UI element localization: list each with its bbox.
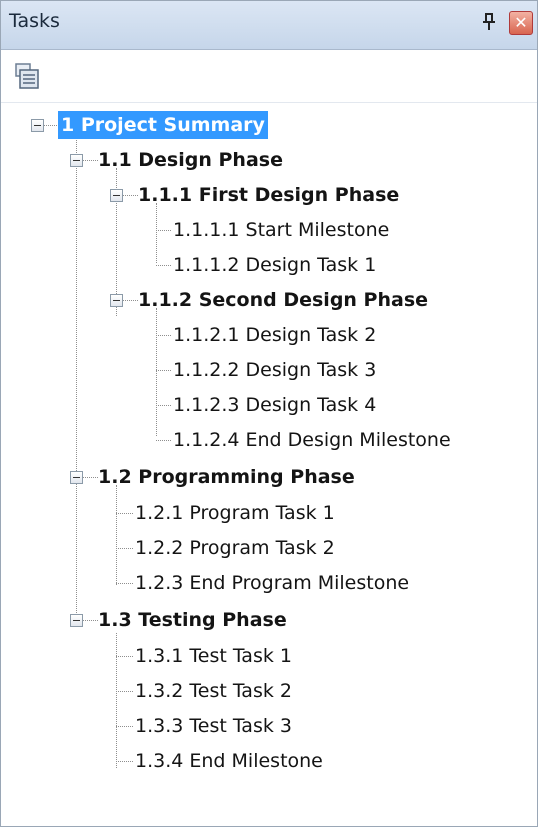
tree-node-test-task-3[interactable]: 1.3.3 Test Task 3 — [135, 712, 292, 740]
tree-node-second-design-phase[interactable]: 1.1.2 Second Design Phase — [138, 286, 428, 314]
tree-connector — [156, 405, 171, 406]
tree-node-design-task-3[interactable]: 1.1.2.2 Design Task 3 — [173, 356, 376, 384]
tree-connector — [116, 548, 133, 549]
tree-connector — [156, 335, 171, 336]
task-tree: 1 Project Summary 1.1 Design Phase 1.1.1… — [1, 103, 537, 825]
tree-connector — [156, 265, 171, 266]
collapse-toggle-icon[interactable] — [70, 614, 83, 627]
collapse-toggle-icon[interactable] — [110, 294, 123, 307]
tree-node-start-milestone[interactable]: 1.1.1.1 Start Milestone — [173, 216, 389, 244]
tree-node-end-milestone[interactable]: 1.3.4 End Milestone — [135, 747, 323, 775]
tree-node-program-task-1[interactable]: 1.2.1 Program Task 1 — [135, 499, 335, 527]
tree-node-test-task-1[interactable]: 1.3.1 Test Task 1 — [135, 642, 292, 670]
pin-icon[interactable] — [479, 13, 499, 37]
tree-guide-level1 — [76, 133, 77, 623]
tree-connector — [116, 761, 133, 762]
panel-title-bar: Tasks ✕ — [1, 1, 537, 50]
tree-node-testing-phase[interactable]: 1.3 Testing Phase — [98, 606, 287, 634]
tree-node-end-program-milestone[interactable]: 1.2.3 End Program Milestone — [135, 569, 409, 597]
tree-node-programming-phase[interactable]: 1.2 Programming Phase — [98, 463, 355, 491]
tree-node-design-task-2[interactable]: 1.1.2.1 Design Task 2 — [173, 321, 376, 349]
tree-node-design-task-1[interactable]: 1.1.1.2 Design Task 1 — [173, 251, 376, 279]
tree-guide-level3-first — [156, 203, 157, 263]
collapse-toggle-icon[interactable] — [110, 189, 123, 202]
collapse-toggle-icon[interactable] — [70, 471, 83, 484]
tree-connector — [156, 370, 171, 371]
collapse-toggle-icon[interactable] — [70, 154, 83, 167]
tree-guide-level3-second — [156, 308, 157, 436]
tree-node-test-task-2[interactable]: 1.3.2 Test Task 2 — [135, 677, 292, 705]
tree-connector — [116, 726, 133, 727]
tree-connector — [116, 513, 133, 514]
tree-node-program-task-2[interactable]: 1.2.2 Program Task 2 — [135, 534, 335, 562]
panel-toolbar — [1, 50, 537, 103]
collapse-toggle-icon[interactable] — [31, 119, 44, 132]
panel-title: Tasks — [9, 10, 60, 32]
tree-node-project-summary[interactable]: 1 Project Summary — [58, 111, 268, 139]
tree-guide-level2-testing — [116, 633, 117, 768]
pin-icon-glyph — [483, 13, 495, 30]
tree-node-design-phase[interactable]: 1.1 Design Phase — [98, 146, 283, 174]
tasks-panel: Tasks ✕ 1 Project Summary 1.1 Design Pha… — [0, 0, 538, 827]
tree-connector — [116, 691, 133, 692]
tree-guide-level2-programming — [116, 485, 117, 585]
tree-node-design-task-4[interactable]: 1.1.2.3 Design Task 4 — [173, 391, 376, 419]
tree-connector — [156, 440, 171, 441]
task-list-icon[interactable] — [13, 62, 43, 92]
tree-connector — [156, 230, 171, 231]
tree-connector — [116, 583, 133, 584]
tree-node-first-design-phase[interactable]: 1.1.1 First Design Phase — [138, 181, 399, 209]
tree-connector — [116, 656, 133, 657]
tree-node-end-design-milestone[interactable]: 1.1.2.4 End Design Milestone — [173, 426, 451, 454]
close-icon[interactable]: ✕ — [509, 11, 533, 35]
